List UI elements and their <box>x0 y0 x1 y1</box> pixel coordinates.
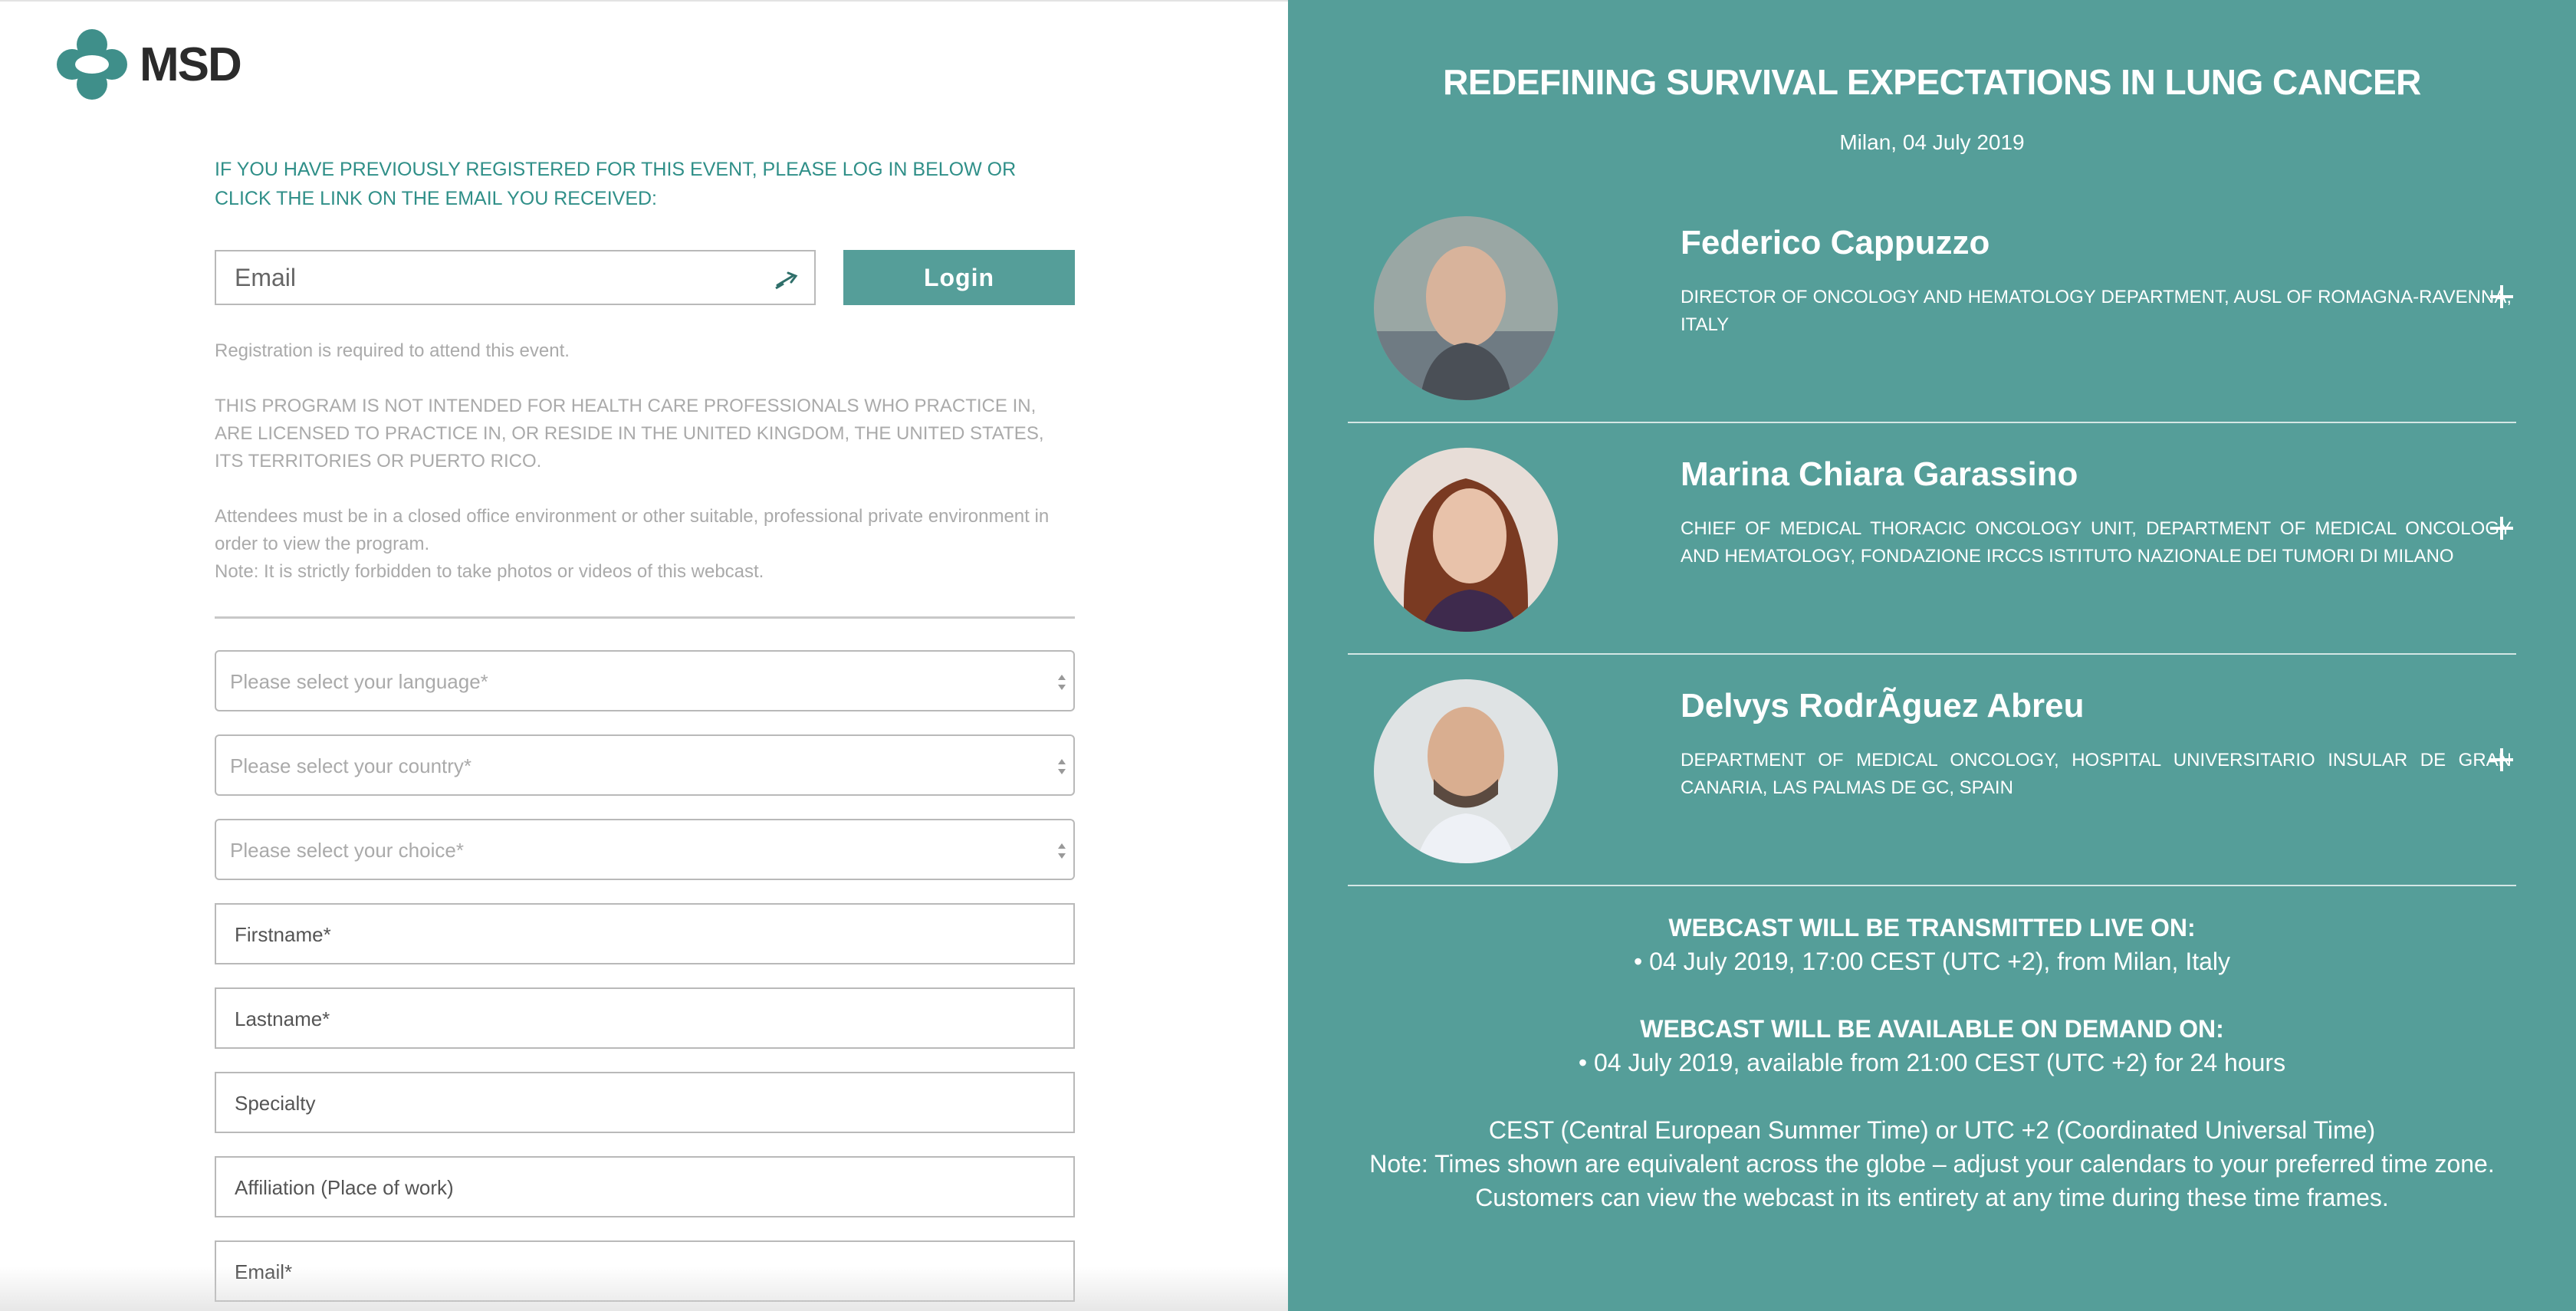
speaker-portrait-image <box>1374 448 1558 632</box>
affiliation-field[interactable]: Affiliation (Place of work) <box>215 1156 1075 1217</box>
speaker-portrait-image <box>1374 679 1558 863</box>
speaker-role: DIRECTOR OF ONCOLOGY AND HEMATOLOGY DEPA… <box>1681 287 2512 335</box>
timezone-view-note: Customers can view the webcast in its en… <box>1475 1184 2389 1211</box>
live-schedule: WEBCAST WILL BE TRANSMITTED LIVE ON: • 0… <box>1288 911 2576 978</box>
specialty-placeholder: Specialty <box>235 1092 316 1115</box>
expand-plus-icon[interactable] <box>2490 748 2513 771</box>
affiliation-placeholder: Affiliation (Place of work) <box>235 1176 454 1199</box>
speaker-card: Delvys RodrÃguez Abreu DEPARTMENT OF MED… <box>1348 679 2516 909</box>
event-title: REDEFINING SURVIVAL EXPECTATIONS IN LUNG… <box>1443 62 2421 102</box>
speaker-name: Federico Cappuzzo <box>1681 224 1990 261</box>
event-info-panel: REDEFINING SURVIVAL EXPECTATIONS IN LUNG… <box>1288 0 2576 1311</box>
speaker-divider <box>1348 653 2516 655</box>
speaker-divider <box>1348 885 2516 886</box>
login-email-placeholder: Email <box>235 264 297 291</box>
registration-required-text: Registration is required to attend this … <box>215 340 570 361</box>
speaker-card: Federico Cappuzzo DIRECTOR OF ONCOLOGY A… <box>1348 216 2516 446</box>
attendee-environment-text: Attendees must be in a closed office env… <box>215 506 1050 554</box>
lastname-field[interactable]: Lastname* <box>215 987 1075 1049</box>
firstname-placeholder: Firstname* <box>235 923 331 946</box>
speaker-photo <box>1374 679 1558 863</box>
live-detail: • 04 July 2019, 17:00 CEST (UTC +2), fro… <box>1633 948 2231 975</box>
choice-select-label: Please select your choice* <box>230 839 464 862</box>
login-row: Email Login <box>215 250 1075 305</box>
event-location-date: Milan, 04 July 2019 <box>1839 130 2025 154</box>
email-placeholder: Email* <box>235 1260 293 1283</box>
email-field[interactable]: Email* <box>215 1240 1075 1302</box>
choice-select[interactable]: Please select your choice* <box>215 819 1075 880</box>
photo-prohibition-text: Note: It is strictly forbidden to take p… <box>215 561 764 582</box>
select-caret-icon <box>1056 756 1067 779</box>
speaker-role: DEPARTMENT OF MEDICAL ONCOLOGY, HOSPITAL… <box>1681 750 2512 798</box>
timezone-info: CEST (Central European Summer Time) or U… <box>1288 1113 2576 1214</box>
registration-panel: MSD IF YOU HAVE PREVIOUSLY REGISTERED FO… <box>0 0 1288 1311</box>
expand-plus-icon[interactable] <box>2490 285 2513 308</box>
speaker-role: CHIEF OF MEDICAL THORACIC ONCOLOGY UNIT,… <box>1681 518 2512 567</box>
speaker-photo <box>1374 216 1558 400</box>
live-heading: WEBCAST WILL BE TRANSMITTED LIVE ON: <box>1668 914 2196 941</box>
msd-logo-icon <box>57 29 127 100</box>
attendee-notice: Attendees must be in a closed office env… <box>215 503 1075 586</box>
login-intro-text: IF YOU HAVE PREVIOUSLY REGISTERED FOR TH… <box>215 159 1017 209</box>
timezone-line: CEST (Central European Summer Time) or U… <box>1488 1116 2376 1144</box>
login-email-input[interactable]: Email <box>215 250 816 305</box>
speaker-divider <box>1348 422 2516 423</box>
language-select[interactable]: Please select your language* <box>215 650 1075 711</box>
speaker-name: Marina Chiara Garassino <box>1681 455 2078 493</box>
speaker-name: Delvys RodrÃguez Abreu <box>1681 687 2085 724</box>
specialty-field[interactable]: Specialty <box>215 1072 1075 1133</box>
brand-name: MSD <box>140 38 242 91</box>
autofill-key-icon[interactable] <box>773 267 803 291</box>
ondemand-detail: • 04 July 2019, available from 21:00 CES… <box>1578 1049 2286 1076</box>
lastname-placeholder: Lastname* <box>235 1007 330 1030</box>
login-button[interactable]: Login <box>843 250 1075 305</box>
select-caret-icon <box>1056 672 1067 695</box>
country-select[interactable]: Please select your country* <box>215 734 1075 796</box>
country-select-label: Please select your country* <box>230 754 472 777</box>
ondemand-schedule: WEBCAST WILL BE AVAILABLE ON DEMAND ON: … <box>1288 1012 2576 1079</box>
program-disclaimer-text: THIS PROGRAM IS NOT INTENDED FOR HEALTH … <box>215 396 1044 472</box>
speaker-portrait-image <box>1374 216 1558 400</box>
expand-plus-icon[interactable] <box>2490 517 2513 540</box>
form-divider <box>215 616 1075 619</box>
ondemand-heading: WEBCAST WILL BE AVAILABLE ON DEMAND ON: <box>1640 1015 2224 1043</box>
timezone-note: Note: Times shown are equivalent across … <box>1369 1150 2495 1178</box>
msd-logo[interactable]: MSD <box>55 28 242 101</box>
firstname-field[interactable]: Firstname* <box>215 903 1075 964</box>
select-caret-icon <box>1056 840 1067 863</box>
speaker-photo <box>1374 448 1558 632</box>
language-select-label: Please select your language* <box>230 670 488 693</box>
speaker-card: Marina Chiara Garassino CHIEF OF MEDICAL… <box>1348 448 2516 678</box>
